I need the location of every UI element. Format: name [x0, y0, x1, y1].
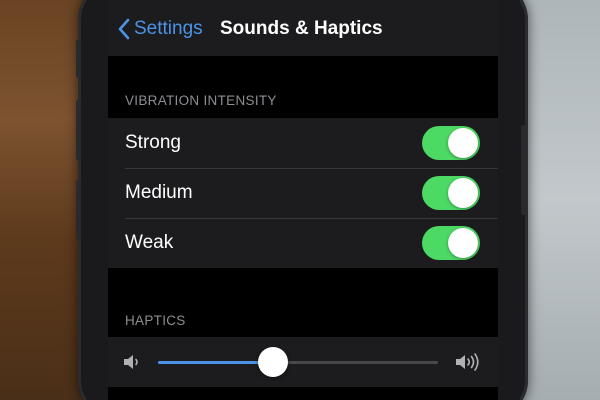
- side-button: [76, 100, 81, 160]
- haptics-slider-track[interactable]: [158, 361, 438, 364]
- page-title: Sounds & Haptics: [220, 18, 383, 39]
- row-label: Strong: [125, 132, 181, 153]
- phone-screen: Settings Sounds & Haptics VIBRATION INTE…: [108, 0, 498, 400]
- back-label: Settings: [134, 18, 203, 39]
- toggle-knob: [448, 228, 478, 258]
- section-header-vibration: VIBRATION INTENSITY: [125, 93, 277, 108]
- back-button[interactable]: Settings: [118, 18, 203, 40]
- chevron-left-icon: [118, 18, 130, 40]
- toggle-medium[interactable]: [422, 176, 480, 210]
- list-item-strong: Strong: [108, 118, 498, 168]
- toggle-strong[interactable]: [422, 126, 480, 160]
- list-item-weak: Weak: [108, 218, 498, 268]
- speaker-low-icon: [122, 352, 144, 377]
- list-item-medium: Medium: [108, 168, 498, 218]
- navigation-bar: Settings Sounds & Haptics: [108, 0, 498, 56]
- background-right: [520, 0, 600, 400]
- row-label: Medium: [125, 182, 193, 203]
- side-button: [521, 125, 526, 215]
- haptics-group: [108, 337, 498, 387]
- toggle-weak[interactable]: [422, 226, 480, 260]
- row-label: Weak: [125, 232, 174, 253]
- toggle-knob: [448, 128, 478, 158]
- side-button: [76, 40, 81, 78]
- haptics-slider-fill: [158, 361, 273, 364]
- side-button: [76, 180, 81, 240]
- haptics-slider-row: [108, 337, 498, 387]
- speaker-high-icon: [454, 350, 482, 379]
- haptics-slider-thumb[interactable]: [257, 347, 288, 377]
- toggle-knob: [448, 178, 478, 208]
- section-header-haptics: HAPTICS: [125, 313, 186, 328]
- vibration-list: Strong Medium Weak: [108, 118, 498, 268]
